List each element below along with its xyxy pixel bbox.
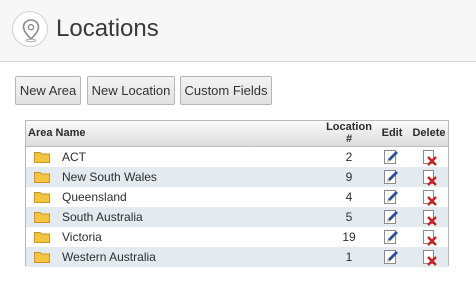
folder-icon (34, 232, 50, 243)
area-name[interactable]: Victoria (62, 230, 102, 244)
table-row[interactable]: Queensland 4 (26, 187, 448, 207)
folder-icon (34, 212, 50, 223)
new-area-button[interactable]: New Area (15, 76, 81, 105)
table-row[interactable]: Victoria 19 (26, 227, 448, 247)
delete-x-icon[interactable] (422, 190, 438, 206)
area-name[interactable]: Western Australia (62, 250, 156, 264)
delete-x-icon[interactable] (422, 230, 438, 246)
area-name[interactable]: South Australia (62, 210, 143, 224)
location-pin-icon (12, 11, 48, 47)
edit-pencil-icon[interactable] (383, 249, 399, 265)
custom-fields-button[interactable]: Custom Fields (180, 76, 272, 105)
table-row[interactable]: Western Australia 1 (26, 247, 448, 267)
area-name[interactable]: Queensland (62, 190, 127, 204)
column-header-location-count[interactable]: Location # (322, 121, 376, 145)
page-header: Locations (0, 0, 476, 62)
area-name[interactable]: New South Wales (62, 170, 157, 184)
location-count: 9 (345, 170, 353, 184)
column-header-delete: Delete (412, 127, 446, 139)
edit-pencil-icon[interactable] (383, 169, 399, 185)
areas-table: Area Name Location # Edit Delete ACT 2 N… (25, 120, 449, 267)
location-count: 19 (342, 230, 356, 244)
column-header-location-line1: Location (326, 121, 372, 133)
location-count: 5 (345, 210, 353, 224)
page-title: Locations (56, 15, 159, 42)
table-header: Area Name Location # Edit Delete (26, 121, 448, 147)
delete-x-icon[interactable] (422, 150, 438, 166)
table-row[interactable]: New South Wales 9 (26, 167, 448, 187)
delete-x-icon[interactable] (422, 250, 438, 266)
edit-pencil-icon[interactable] (383, 189, 399, 205)
column-header-area-name[interactable]: Area Name (28, 127, 85, 139)
area-name[interactable]: ACT (62, 150, 86, 164)
new-location-button[interactable]: New Location (87, 76, 175, 105)
delete-x-icon[interactable] (422, 170, 438, 186)
table-row[interactable]: ACT 2 (26, 147, 448, 167)
edit-pencil-icon[interactable] (383, 149, 399, 165)
edit-pencil-icon[interactable] (383, 229, 399, 245)
folder-icon (34, 152, 50, 163)
column-header-location-line2: # (345, 133, 353, 145)
column-header-edit: Edit (381, 127, 403, 139)
folder-icon (34, 172, 50, 183)
location-count: 2 (345, 150, 353, 164)
folder-icon (34, 252, 50, 263)
location-count: 1 (345, 250, 353, 264)
table-row[interactable]: South Australia 5 (26, 207, 448, 227)
folder-icon (34, 192, 50, 203)
delete-x-icon[interactable] (422, 210, 438, 226)
location-count: 4 (345, 190, 353, 204)
edit-pencil-icon[interactable] (383, 209, 399, 225)
